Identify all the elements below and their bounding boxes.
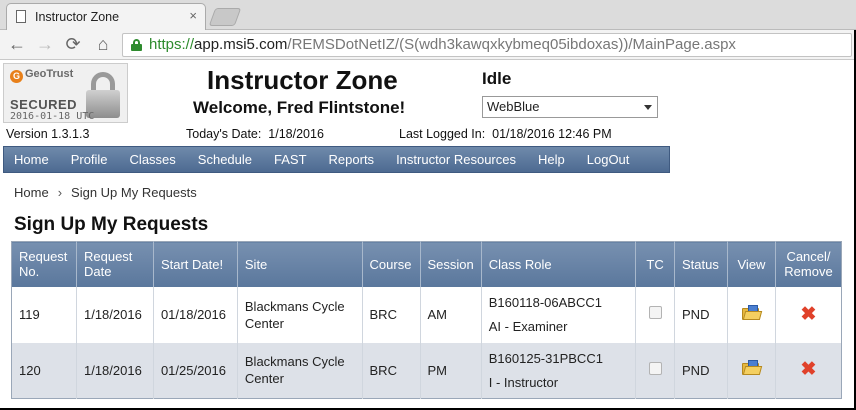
browser-toolbar: ← → ⟳ ⌂ https://app.msi5.com/REMSDotNetI… bbox=[0, 30, 856, 60]
browser-tab-title: Instructor Zone bbox=[35, 10, 120, 24]
geotrust-logo: G GeoTrust bbox=[10, 68, 73, 83]
last-logged-in: Last Logged In: 01/18/2016 12:46 PM bbox=[399, 127, 612, 141]
breadcrumb-separator-icon: › bbox=[57, 185, 63, 200]
cell-course: BRC bbox=[362, 342, 421, 399]
col-cancel-remove: Cancel/ Remove bbox=[775, 241, 842, 287]
menu-fast[interactable]: FAST bbox=[263, 147, 318, 172]
menu-help[interactable]: Help bbox=[527, 147, 576, 172]
url-scheme: https:// bbox=[149, 36, 195, 53]
cell-tc bbox=[635, 286, 676, 343]
cell-cancel: ✖ bbox=[775, 286, 842, 343]
class-code: B160118-06ABCC1 bbox=[488, 295, 602, 310]
cell-request-no: 119 bbox=[11, 286, 77, 343]
cell-start-date: 01/25/2016 bbox=[153, 342, 238, 399]
tc-checkbox[interactable] bbox=[648, 306, 662, 319]
app-title: Instructor Zone bbox=[207, 65, 398, 95]
menu-instructor-resources[interactable]: Instructor Resources bbox=[385, 147, 527, 172]
theme-selected-value: WebBlue bbox=[487, 99, 540, 114]
reload-icon[interactable]: ⟳ bbox=[62, 33, 84, 55]
cell-session: AM bbox=[420, 286, 482, 343]
menu-profile[interactable]: Profile bbox=[60, 147, 119, 172]
menu-logout[interactable]: LogOut bbox=[576, 147, 641, 172]
tc-checkbox[interactable] bbox=[648, 361, 662, 375]
cell-start-date: 01/18/2016 bbox=[153, 286, 238, 343]
menu-home[interactable]: Home bbox=[4, 147, 60, 172]
close-tab-icon[interactable]: × bbox=[189, 8, 197, 23]
cell-status: PND bbox=[674, 342, 728, 399]
col-start-date[interactable]: Start Date! bbox=[153, 241, 238, 287]
remove-x-icon[interactable]: ✖ bbox=[801, 305, 817, 324]
breadcrumb: Home › Sign Up My Requests bbox=[14, 185, 197, 200]
col-class-role[interactable]: Class Role bbox=[481, 241, 637, 287]
class-code: B160125-31PBCC1 bbox=[488, 350, 603, 366]
open-folder-icon[interactable] bbox=[741, 304, 763, 321]
col-request-no[interactable]: Request No. bbox=[11, 241, 77, 287]
breadcrumb-home-link[interactable]: Home bbox=[14, 185, 49, 200]
cell-request-date: 1/18/2016 bbox=[76, 342, 154, 399]
cell-class-role: B160125-31PBCC1 I - Instructor bbox=[481, 342, 637, 399]
menu-classes[interactable]: Classes bbox=[119, 147, 187, 172]
cell-class-role: B160118-06ABCC1 AI - Examiner bbox=[481, 286, 637, 343]
page-icon bbox=[16, 10, 26, 23]
url-path: /REMSDotNetIZ/(S(wdh3kawqxkybmeq05ibdoxa… bbox=[287, 36, 736, 53]
col-view: View bbox=[727, 241, 776, 287]
cell-view bbox=[727, 342, 776, 399]
requests-table: Request No. Request Date Start Date! Sit… bbox=[11, 241, 842, 399]
col-course[interactable]: Course bbox=[362, 241, 421, 287]
new-tab-button[interactable] bbox=[208, 8, 242, 26]
cell-cancel: ✖ bbox=[775, 342, 842, 399]
page-title: Sign Up My Requests bbox=[14, 214, 209, 235]
version-label: Version 1.3.1.3 bbox=[6, 127, 90, 141]
cell-session: PM bbox=[420, 342, 482, 399]
open-folder-icon[interactable] bbox=[741, 360, 763, 376]
forward-arrow-icon[interactable]: → bbox=[34, 33, 56, 55]
col-site[interactable]: Site bbox=[237, 241, 363, 287]
theme-dropdown[interactable]: WebBlue bbox=[482, 96, 658, 118]
menu-reports[interactable]: Reports bbox=[318, 147, 386, 172]
todays-date: Today's Date: 1/18/2016 bbox=[186, 127, 324, 141]
table-row: 120 1/18/2016 01/25/2016 Blackmans Cycle… bbox=[11, 342, 842, 399]
address-bar[interactable]: https://app.msi5.com/REMSDotNetIZ/(S(wdh… bbox=[122, 33, 852, 57]
home-icon[interactable]: ⌂ bbox=[92, 33, 114, 55]
url-host: app.msi5.com bbox=[194, 36, 288, 53]
remove-x-icon[interactable]: ✖ bbox=[801, 360, 817, 379]
todays-date-label: Today's Date: bbox=[186, 127, 262, 141]
main-menu: Home Profile Classes Schedule FAST Repor… bbox=[3, 146, 670, 173]
class-role: AI - Examiner bbox=[488, 319, 568, 334]
cell-tc bbox=[635, 342, 676, 399]
cell-site: Blackmans Cycle Center bbox=[237, 286, 363, 343]
table-row: 119 1/18/2016 01/18/2016 Blackmans Cycle… bbox=[11, 286, 842, 343]
cell-view bbox=[727, 286, 776, 343]
table-header-row: Request No. Request Date Start Date! Sit… bbox=[11, 241, 842, 287]
seal-secured-text: SECURED bbox=[10, 97, 78, 112]
welcome-message: Welcome, Fred Flintstone! bbox=[193, 98, 406, 117]
breadcrumb-current: Sign Up My Requests bbox=[71, 185, 197, 200]
cell-request-no: 120 bbox=[11, 342, 77, 399]
col-session[interactable]: Session bbox=[420, 241, 482, 287]
browser-tab-strip: Instructor Zone × bbox=[0, 0, 856, 30]
last-logged-in-value: 01/18/2016 12:46 PM bbox=[492, 127, 612, 141]
browser-tab[interactable]: Instructor Zone × bbox=[6, 3, 206, 30]
page-header: G GeoTrust SECURED 2016-01-18 UTC Instruc… bbox=[0, 60, 856, 145]
back-arrow-icon[interactable]: ← bbox=[6, 33, 28, 55]
col-request-date[interactable]: Request Date bbox=[76, 241, 154, 287]
class-role: I - Instructor bbox=[488, 374, 559, 390]
seal-date: 2016-01-18 UTC bbox=[10, 111, 95, 122]
menu-schedule[interactable]: Schedule bbox=[187, 147, 263, 172]
dropdown-arrow-icon bbox=[644, 105, 652, 110]
todays-date-value: 1/18/2016 bbox=[268, 127, 324, 141]
last-logged-in-label: Last Logged In: bbox=[399, 127, 486, 141]
cell-site: Blackmans Cycle Center bbox=[237, 342, 363, 399]
secure-lock-icon bbox=[131, 39, 142, 51]
cell-request-date: 1/18/2016 bbox=[76, 286, 154, 343]
col-status[interactable]: Status bbox=[674, 241, 728, 287]
geotrust-seal[interactable]: G GeoTrust SECURED 2016-01-18 UTC bbox=[3, 63, 128, 123]
cell-course: BRC bbox=[362, 286, 421, 343]
cell-status: PND bbox=[674, 286, 728, 343]
idle-status: Idle bbox=[482, 69, 512, 88]
col-tc[interactable]: TC bbox=[635, 241, 676, 287]
